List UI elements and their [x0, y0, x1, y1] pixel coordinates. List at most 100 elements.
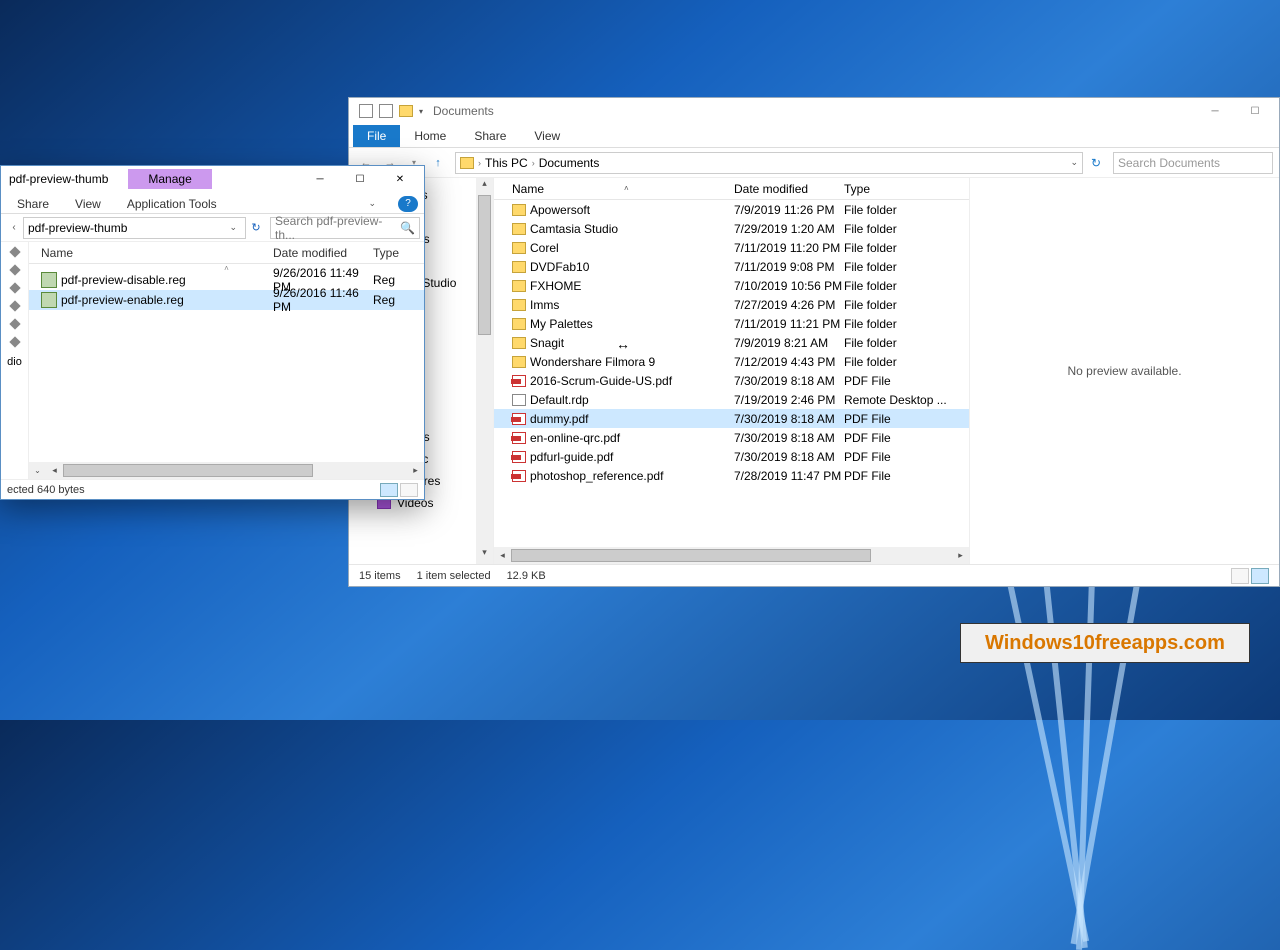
navigation-pane-collapsed[interactable]: dio [1, 242, 29, 479]
file-type: PDF File [844, 469, 954, 483]
file-row[interactable]: FXHOME7/10/2019 10:56 PMFile folder [494, 276, 969, 295]
file-row[interactable]: Camtasia Studio7/29/2019 1:20 AMFile fol… [494, 219, 969, 238]
scrollbar-thumb[interactable] [63, 464, 313, 477]
scroll-up-icon[interactable]: ▴ [476, 178, 493, 195]
tab-file[interactable]: File [353, 125, 400, 147]
column-type[interactable]: Type [373, 246, 399, 260]
file-row[interactable]: Default.rdp7/19/2019 2:46 PMRemote Deskt… [494, 390, 969, 409]
file-type: Reg [373, 273, 395, 287]
folder-icon [460, 157, 474, 169]
status-text: ected 640 bytes [7, 484, 85, 496]
minimize-button[interactable]: ─ [1195, 98, 1235, 124]
tab-view[interactable]: View [520, 125, 574, 147]
scroll-left-icon[interactable]: ◂ [494, 550, 511, 561]
tab-view[interactable]: View [65, 195, 111, 213]
scroll-right-icon[interactable]: ▸ [952, 550, 969, 561]
file-row[interactable]: Corel7/11/2019 11:20 PMFile folder [494, 238, 969, 257]
ribbon-expand-icon[interactable]: ⌄ [358, 196, 386, 211]
file-row[interactable]: Apowersoft7/9/2019 11:26 PMFile folder [494, 200, 969, 219]
file-list: Name˄ Date modified Type Apowersoft7/9/2… [494, 178, 969, 564]
view-large-icons-icon[interactable] [400, 483, 418, 497]
tab-application-tools[interactable]: Application Tools [117, 195, 227, 213]
file-date: 7/11/2019 11:20 PM [734, 241, 844, 255]
address-bar[interactable]: › This PC › Documents ⌄ [455, 152, 1083, 174]
breadcrumb-documents[interactable]: Documents [539, 156, 600, 170]
file-row[interactable]: 2016-Scrum-Guide-US.pdf7/30/2019 8:18 AM… [494, 371, 969, 390]
file-row[interactable]: dummy.pdf7/30/2019 8:18 AMPDF File [494, 409, 969, 428]
view-large-icons-icon[interactable] [1251, 568, 1269, 584]
close-button[interactable]: ✕ [380, 166, 420, 192]
breadcrumb-thispc[interactable]: This PC [485, 156, 528, 170]
address-dropdown-icon[interactable]: ⌄ [1070, 157, 1078, 168]
properties-icon[interactable] [359, 104, 373, 118]
address-dropdown-icon[interactable]: ⌄ [225, 222, 241, 233]
file-type: PDF File [844, 374, 954, 388]
vertical-scrollbar[interactable]: ▴▾ [476, 178, 493, 564]
nav-up-button[interactable]: ↑ [427, 152, 449, 174]
nav-collapse-icon[interactable]: ⌄ [29, 466, 46, 475]
tab-share[interactable]: Share [7, 195, 59, 213]
file-type: File folder [844, 203, 954, 217]
refresh-button[interactable]: ↻ [1085, 156, 1107, 170]
file-row[interactable]: DVDFab107/11/2019 9:08 PMFile folder [494, 257, 969, 276]
chevron-left-icon[interactable]: ‹ [5, 222, 23, 233]
folder-icon [512, 261, 526, 273]
title-bar[interactable]: pdf-preview-thumb Manage ─ ☐ ✕ [1, 166, 424, 192]
file-type: PDF File [844, 431, 954, 445]
file-date: 7/9/2019 11:26 PM [734, 203, 844, 217]
file-row[interactable]: pdfurl-guide.pdf7/30/2019 8:18 AMPDF Fil… [494, 447, 969, 466]
column-date[interactable]: Date modified [734, 182, 844, 196]
column-name[interactable]: Name˄ [512, 182, 734, 196]
context-tab-manage[interactable]: Manage [128, 169, 211, 189]
refresh-button[interactable]: ↻ [246, 221, 266, 234]
new-folder-icon[interactable] [379, 104, 393, 118]
pdf-icon [512, 413, 526, 425]
column-type[interactable]: Type [844, 182, 954, 196]
address-bar[interactable]: pdf-preview-thumb ⌄ [23, 217, 246, 239]
pin-icon [9, 282, 20, 293]
file-date: 7/27/2019 4:26 PM [734, 298, 844, 312]
watermark-text: Windows10freeapps.com [985, 632, 1225, 655]
scrollbar-thumb[interactable] [511, 549, 871, 562]
file-row[interactable]: photoshop_reference.pdf7/28/2019 11:47 P… [494, 466, 969, 485]
folder-icon [512, 337, 526, 349]
view-details-icon[interactable] [1231, 568, 1249, 584]
horizontal-scrollbar[interactable]: ⌄ ◂ ▸ [29, 462, 424, 479]
chevron-right-icon[interactable]: › [478, 158, 481, 168]
search-input[interactable]: Search pdf-preview-th... 🔍 [270, 217, 420, 239]
file-type: File folder [844, 241, 954, 255]
file-row[interactable]: Wondershare Filmora 97/12/2019 4:43 PMFi… [494, 352, 969, 371]
scroll-down-icon[interactable]: ▾ [476, 547, 493, 564]
file-row[interactable]: en-online-qrc.pdf7/30/2019 8:18 AMPDF Fi… [494, 428, 969, 447]
search-input[interactable]: Search Documents [1113, 152, 1273, 174]
horizontal-scrollbar[interactable]: ◂ ▸ [494, 547, 969, 564]
column-name[interactable]: Name [41, 246, 273, 260]
scroll-left-icon[interactable]: ◂ [46, 465, 63, 476]
chevron-right-icon[interactable]: › [532, 158, 535, 168]
search-icon[interactable]: 🔍 [400, 221, 415, 235]
column-date[interactable]: Date modified [273, 246, 373, 260]
file-row[interactable]: Snagit7/9/2019 8:21 AMFile folder [494, 333, 969, 352]
qat-dropdown-icon[interactable]: ▾ [419, 107, 423, 116]
file-type: File folder [844, 298, 954, 312]
file-date: 7/30/2019 8:18 AM [734, 450, 844, 464]
file-name: pdf-preview-enable.reg [61, 293, 273, 307]
nav-item-partial[interactable]: dio [7, 356, 22, 368]
title-bar[interactable]: ▾ Documents ─ ☐ [349, 98, 1279, 124]
pin-icon [9, 300, 20, 311]
view-details-icon[interactable] [380, 483, 398, 497]
maximize-button[interactable]: ☐ [340, 166, 380, 192]
help-icon[interactable]: ? [398, 196, 418, 212]
scrollbar-thumb[interactable] [478, 195, 491, 335]
tab-share[interactable]: Share [460, 125, 520, 147]
file-row[interactable]: pdf-preview-enable.reg9/26/2016 11:46 PM… [29, 290, 424, 310]
rdp-icon [512, 394, 526, 406]
file-type: File folder [844, 279, 954, 293]
maximize-button[interactable]: ☐ [1235, 98, 1275, 124]
file-row[interactable]: Imms7/27/2019 4:26 PMFile folder [494, 295, 969, 314]
file-row[interactable]: My Palettes7/11/2019 11:21 PMFile folder [494, 314, 969, 333]
scroll-right-icon[interactable]: ▸ [407, 465, 424, 476]
explorer-window-pdf-preview-thumb: pdf-preview-thumb Manage ─ ☐ ✕ Share Vie… [0, 165, 425, 500]
tab-home[interactable]: Home [400, 125, 460, 147]
minimize-button[interactable]: ─ [300, 166, 340, 192]
